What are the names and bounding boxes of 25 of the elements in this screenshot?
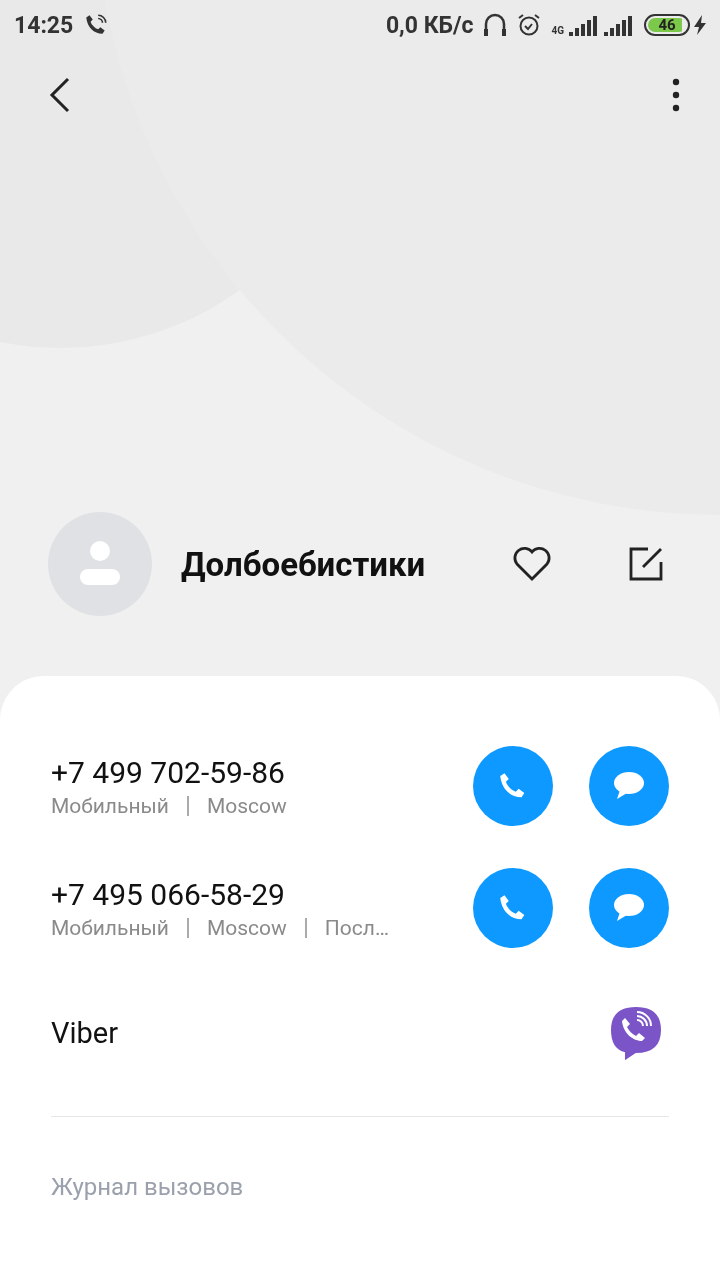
section-header: Журнал вызовов	[51, 1173, 245, 1201]
favorite-button[interactable]	[512, 546, 552, 582]
phone-number: +7 495 066-58-29	[51, 876, 286, 912]
contact-name: Долбоебистики	[181, 544, 427, 584]
headphones-icon	[483, 12, 508, 38]
alarm-icon	[517, 13, 542, 37]
network-speed: 0,0 КБ/с	[385, 11, 474, 39]
app-label: Viber	[51, 1016, 118, 1050]
speech-bubble-icon	[612, 892, 646, 924]
more-options-button[interactable]	[672, 78, 680, 112]
phone-number: +7 499 702-59-86	[51, 754, 286, 790]
phone-detail: Moscow	[206, 915, 287, 940]
battery-indicator: 46	[644, 14, 690, 36]
phone-detail: Moscow	[206, 793, 287, 818]
charging-icon	[694, 15, 706, 35]
back-button[interactable]	[48, 77, 72, 113]
edit-button[interactable]	[628, 546, 664, 582]
phone-detail: Мобильный	[51, 915, 169, 940]
signal-icon	[569, 14, 599, 36]
phone-detail: Мобильный	[51, 793, 169, 818]
network-type: 4G	[551, 25, 564, 36]
speech-bubble-icon	[612, 770, 646, 802]
clock: 14:25	[14, 11, 74, 39]
phone-detail: Посл…	[324, 915, 389, 940]
signal-icon	[604, 14, 634, 36]
